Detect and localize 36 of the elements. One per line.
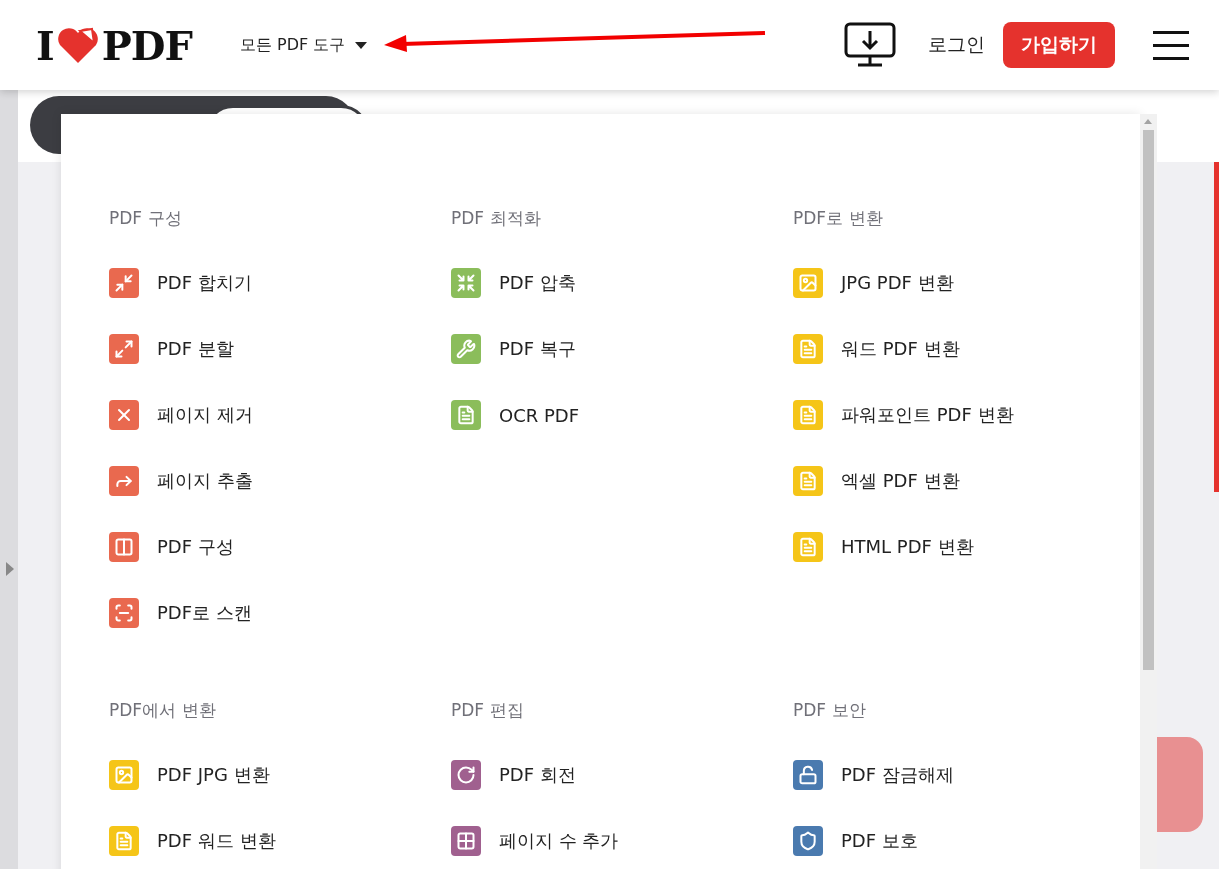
section-title: PDF 구성	[109, 207, 183, 230]
tool-link[interactable]: HTML PDF 변환	[793, 514, 1135, 580]
caret-icon	[355, 41, 368, 49]
tool-link[interactable]: PDF 합치기	[109, 250, 451, 316]
tool-link[interactable]: PDF 보호	[793, 808, 1135, 869]
tool-link[interactable]: PDF 회전	[451, 742, 793, 808]
tool-link[interactable]: PDF로 스캔	[109, 580, 451, 646]
tool-link[interactable]: PDF JPG 변환	[109, 742, 451, 808]
expand-arrow-icon[interactable]	[6, 562, 14, 576]
section-title: PDF로 변환	[793, 207, 884, 230]
tool-link[interactable]: PDF 압축	[451, 250, 793, 316]
section-title: PDF에서 변환	[109, 699, 217, 722]
tool-link[interactable]: 페이지 제거	[109, 382, 451, 448]
tool-link[interactable]: 페이지 수 추가	[451, 808, 793, 869]
tool-link[interactable]: 워드 PDF 변환	[793, 316, 1135, 382]
tool-link[interactable]: JPG PDF 변환	[793, 250, 1135, 316]
tool-link[interactable]: OCR PDF	[451, 382, 793, 448]
logo-text: PDF	[101, 21, 192, 69]
tool-link[interactable]: PDF 잠금해제	[793, 742, 1135, 808]
tool-link[interactable]: 페이지 추출	[109, 448, 451, 514]
tool-link[interactable]: PDF 분할	[109, 316, 451, 382]
section-title: PDF 편집	[451, 699, 525, 722]
login-link[interactable]: 로그인	[928, 32, 985, 58]
tool-link[interactable]: PDF 복구	[451, 316, 793, 382]
signup-button[interactable]: 가입하기	[1003, 22, 1115, 68]
desktop-download-icon[interactable]	[844, 22, 896, 68]
tool-link[interactable]: PDF 워드 변환	[109, 808, 451, 869]
tool-link[interactable]: PDF 구성	[109, 514, 451, 580]
all-tools-menu[interactable]: 모든 PDF 도구	[235, 30, 372, 60]
menu-icon[interactable]	[1153, 30, 1189, 60]
tool-link[interactable]: 엑셀 PDF 변환	[793, 448, 1135, 514]
tool-link[interactable]: 파워포인트 PDF 변환	[793, 382, 1135, 448]
section-title: PDF 최적화	[451, 207, 542, 230]
heart-logo-icon	[55, 25, 100, 65]
logo-text: I	[36, 21, 54, 69]
section-title: PDF 보안	[793, 699, 867, 722]
